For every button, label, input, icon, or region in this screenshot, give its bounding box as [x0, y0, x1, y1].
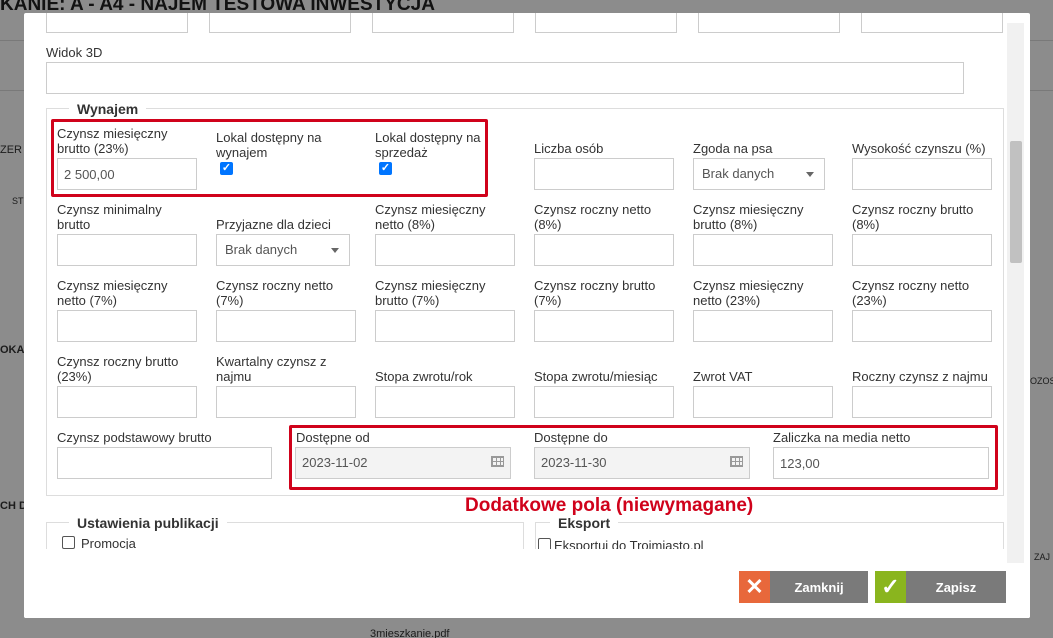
chevron-down-icon [331, 248, 339, 253]
czynsz-roczny-brutto-8-input[interactable] [852, 234, 992, 266]
zwrot-vat-label: Zwrot VAT [693, 369, 753, 384]
close-button-label: Zamknij [770, 571, 868, 603]
stopa-zwrotu-miesiac-input[interactable] [534, 386, 674, 418]
zgoda-na-psa-label: Zgoda na psa [693, 141, 773, 156]
partial-input[interactable] [861, 13, 1003, 33]
scrollbar-track[interactable] [1007, 23, 1024, 563]
partial-input[interactable] [698, 13, 840, 33]
czynsz-miesieczny-brutto-7-input[interactable] [375, 310, 515, 342]
roczny-czynsz-input[interactable] [852, 386, 992, 418]
czynsz-roczny-netto-23-input[interactable] [852, 310, 992, 342]
annotation-label: Dodatkowe pola (niewymagane) [465, 495, 754, 516]
save-button-label: Zapisz [906, 571, 1006, 603]
czynsz-roczny-netto-7-label: Czynsz roczny netto (7%) [216, 278, 334, 308]
widok3d-label: Widok 3D [46, 45, 103, 60]
stopa-zwrotu-miesiac-label: Stopa zwrotu/miesiąc [534, 369, 658, 384]
highlight-box [51, 119, 488, 197]
czynsz-miesieczny-netto-23-input[interactable] [693, 310, 833, 342]
czynsz-miesieczny-netto-8-input[interactable] [375, 234, 515, 266]
close-button[interactable]: ✕ Zamknij [739, 571, 868, 603]
zgoda-na-psa-select[interactable]: Brak danych [693, 158, 825, 190]
save-button[interactable]: ✓ Zapisz [875, 571, 1006, 603]
kwartalny-czynsz-input[interactable] [216, 386, 356, 418]
czynsz-miesieczny-netto-7-input[interactable] [57, 310, 197, 342]
czynsz-roczny-brutto-23-label: Czynsz roczny brutto (23%) [57, 354, 179, 384]
partial-input[interactable] [46, 13, 188, 33]
czynsz-minimalny-brutto-label: Czynsz minimalny brutto [57, 202, 162, 232]
czynsz-minimalny-brutto-input[interactable] [57, 234, 197, 266]
czynsz-roczny-netto-23-label: Czynsz roczny netto (23%) [852, 278, 970, 308]
czynsz-miesieczny-netto-23-label: Czynsz miesięczny netto (23%) [693, 278, 804, 308]
liczba-osob-input[interactable] [534, 158, 674, 190]
partial-input[interactable] [535, 13, 677, 33]
przyjazne-dla-dzieci-value: Brak danych [225, 242, 298, 257]
czynsz-miesieczny-netto-8-label: Czynsz miesięczny netto (8%) [375, 202, 486, 232]
czynsz-roczny-brutto-23-input[interactable] [57, 386, 197, 418]
czynsz-podstawowy-brutto-input[interactable] [57, 447, 272, 479]
czynsz-podstawowy-brutto-label: Czynsz podstawowy brutto [57, 430, 212, 445]
roczny-czynsz-label: Roczny czynsz z najmu [852, 369, 988, 384]
checkmark-icon: ✓ [875, 571, 906, 603]
czynsz-miesieczny-netto-7-label: Czynsz miesięczny netto (7%) [57, 278, 168, 308]
przyjazne-dla-dzieci-select[interactable]: Brak danych [216, 234, 350, 266]
wysokosc-czynszu-input[interactable] [852, 158, 992, 190]
przyjazne-dla-dzieci-label: Przyjazne dla dzieci [216, 217, 331, 232]
stopa-zwrotu-rok-input[interactable] [375, 386, 515, 418]
czynsz-roczny-brutto-7-label: Czynsz roczny brutto (7%) [534, 278, 656, 308]
scrollbar-thumb[interactable] [1010, 141, 1022, 263]
czynsz-roczny-netto-8-label: Czynsz roczny netto (8%) [534, 202, 652, 232]
close-icon: ✕ [739, 571, 770, 603]
kwartalny-czynsz-label: Kwartalny czynsz z najmu [216, 354, 327, 384]
zwrot-vat-input[interactable] [693, 386, 833, 418]
chevron-down-icon [806, 172, 814, 177]
highlight-box [289, 425, 998, 490]
stopa-zwrotu-rok-label: Stopa zwrotu/rok [375, 369, 473, 384]
czynsz-miesieczny-brutto-8-label: Czynsz miesięczny brutto (8%) [693, 202, 804, 232]
czynsz-roczny-netto-8-input[interactable] [534, 234, 674, 266]
czynsz-roczny-netto-7-input[interactable] [216, 310, 356, 342]
wysokosc-czynszu-label: Wysokość czynszu (%) [852, 141, 986, 156]
wynajem-legend: Wynajem [69, 101, 147, 117]
czynsz-roczny-brutto-8-label: Czynsz roczny brutto (8%) [852, 202, 974, 232]
czynsz-roczny-brutto-7-input[interactable] [534, 310, 674, 342]
publikacja-legend: Ustawienia publikacji [69, 515, 227, 531]
edit-apartment-modal: Widok 3D Wynajem Czynsz miesięczny brutt… [24, 13, 1030, 618]
partial-input[interactable] [209, 13, 351, 33]
liczba-osob-label: Liczba osób [534, 141, 604, 156]
partial-input[interactable] [372, 13, 514, 33]
zgoda-na-psa-value: Brak danych [702, 166, 775, 181]
czynsz-miesieczny-brutto-8-input[interactable] [693, 234, 833, 266]
eksport-legend: Eksport [550, 515, 619, 531]
czynsz-miesieczny-brutto-7-label: Czynsz miesięczny brutto (7%) [375, 278, 486, 308]
promocja-checkbox[interactable] [62, 536, 75, 549]
widok3d-input[interactable] [46, 62, 964, 94]
